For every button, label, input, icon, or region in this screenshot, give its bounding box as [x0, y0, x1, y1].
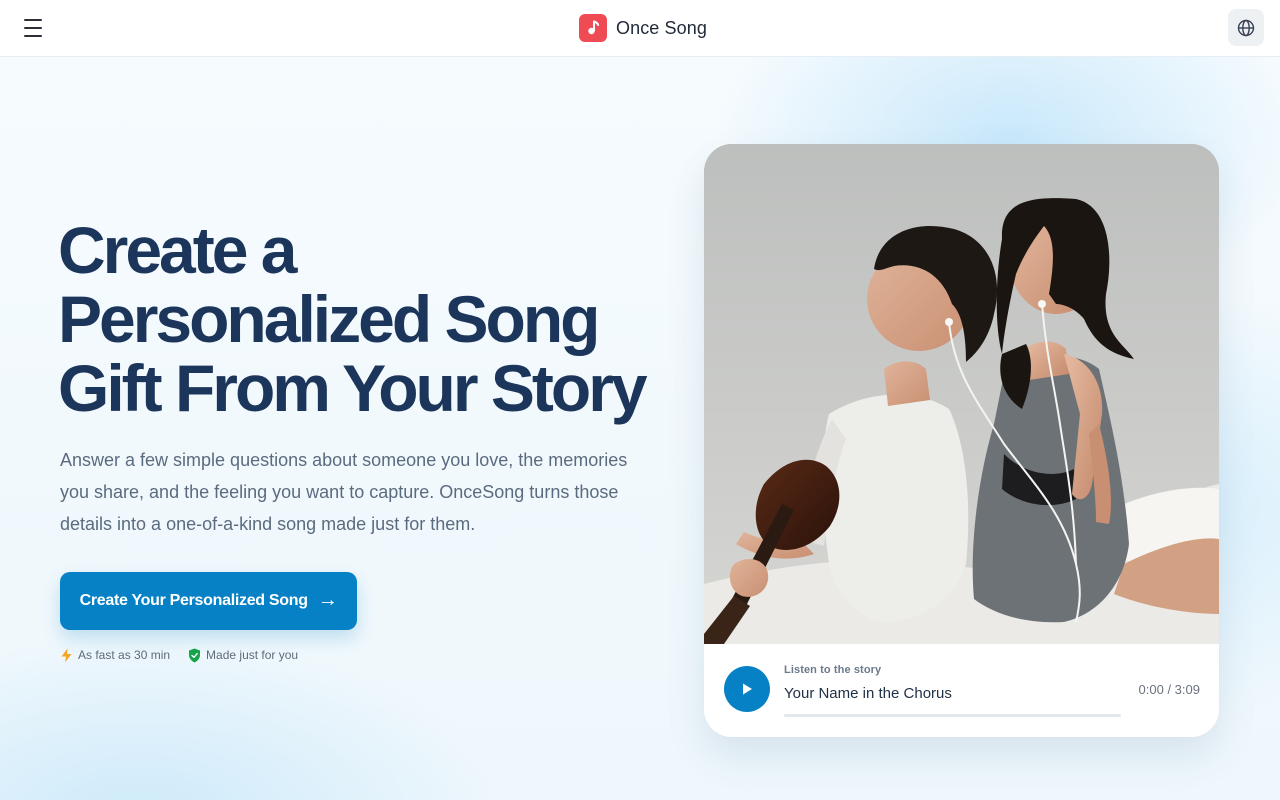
arrow-right-icon: → — [317, 589, 338, 611]
song-preview-card: Listen to the story Your Name in the Cho… — [704, 144, 1219, 737]
couple-with-guitar-photo — [704, 144, 1219, 644]
shield-check-icon — [189, 648, 201, 662]
hero-title-line: Personalized Song — [58, 282, 600, 356]
lightning-icon — [61, 648, 72, 662]
play-button[interactable] — [724, 666, 770, 712]
top-navigation-bar: Once Song — [0, 0, 1280, 57]
player-kicker: Listen to the story — [784, 664, 882, 676]
hamburger-menu-icon[interactable] — [22, 17, 46, 39]
audio-player: Listen to the story Your Name in the Cho… — [704, 644, 1219, 737]
hero-title: Create a Personalized Song Gift From You… — [58, 216, 678, 423]
brand-name: Once Song — [616, 17, 707, 38]
hero-title-line: Create a — [58, 213, 298, 287]
personalized-badge: Made just for you — [188, 648, 298, 663]
globe-icon — [1237, 19, 1255, 36]
song-title: Your Name in the Chorus — [784, 685, 952, 702]
speed-badge-label: As fast as 30 min — [78, 648, 171, 662]
play-icon — [743, 683, 752, 695]
feature-badges: As fast as 30 min Made just for you — [60, 646, 298, 664]
music-note-icon — [579, 14, 607, 42]
language-button[interactable] — [1228, 9, 1264, 46]
create-song-button-label: Create Your Personalized Song — [79, 592, 308, 609]
hero-description: Answer a few simple questions about some… — [60, 450, 628, 534]
personalized-badge-label: Made just for you — [206, 648, 299, 662]
speed-badge: As fast as 30 min — [60, 648, 170, 663]
playback-progress-bar[interactable] — [784, 714, 1121, 717]
create-song-button[interactable]: Create Your Personalized Song → — [60, 572, 357, 630]
playback-time: 0:00 / 3:09 — [1138, 682, 1200, 697]
hero-title-line: Gift From Your Story — [58, 351, 648, 425]
brand-logo-link[interactable]: Once Song — [579, 14, 707, 42]
